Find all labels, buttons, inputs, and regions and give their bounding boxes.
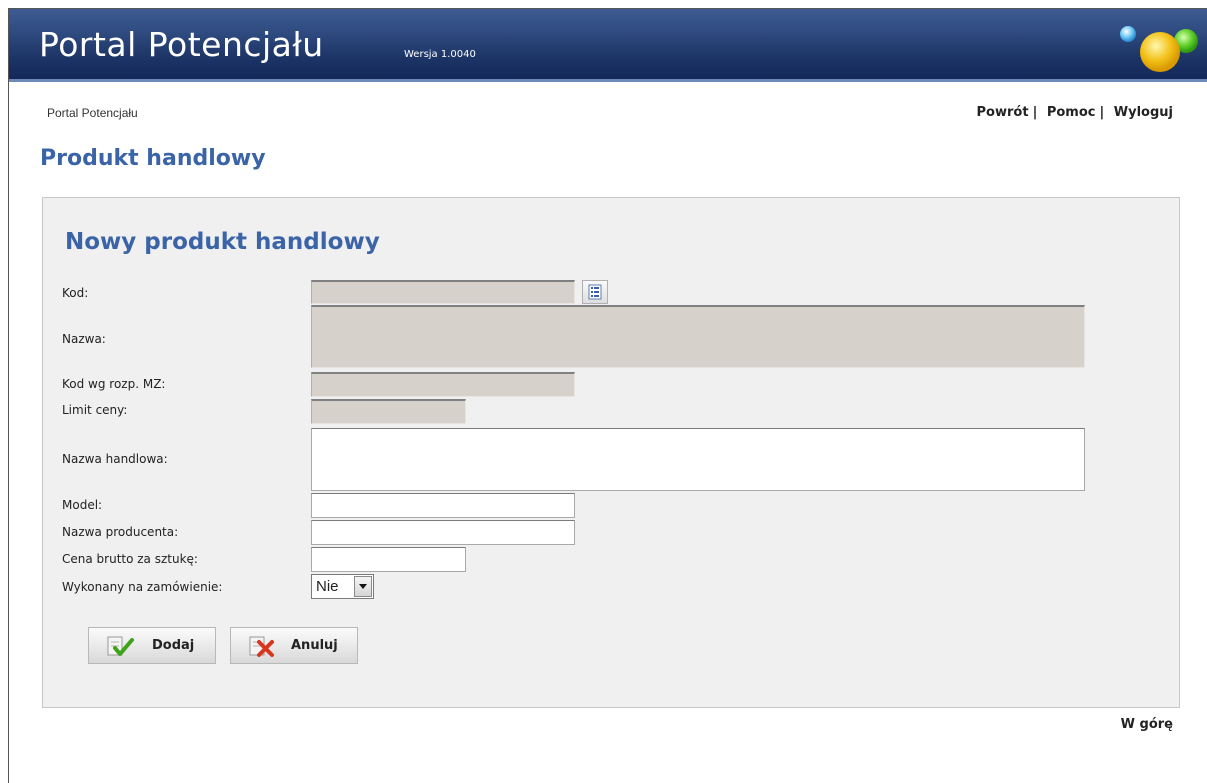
kod-mz-field [311,372,575,397]
kod-picker-button[interactable] [582,280,608,304]
cancel-button-label: Anuluj [291,638,338,653]
limit-label: Limit ceny: [62,403,128,417]
limit-field [311,399,466,424]
kod-field [311,280,575,304]
logout-link[interactable]: Wyloguj [1114,105,1173,120]
form-title: Nowy produkt handlowy [65,229,380,255]
dropdown-arrow-icon[interactable] [354,576,372,597]
model-label: Model: [62,498,103,512]
nav-separator: | [1032,105,1038,120]
nazwa-label: Nazwa: [62,332,106,346]
cancel-x-icon [249,636,274,657]
kod-mz-label: Kod wg rozp. MZ: [62,377,166,391]
add-button[interactable]: Dodaj [88,627,216,664]
cena-input[interactable] [311,547,466,572]
zamowienie-select-value: Nie [316,578,339,595]
app-header: Portal Potencjału Wersja 1.0040 [9,9,1207,82]
producent-label: Nazwa producenta: [62,525,179,539]
zamowienie-select[interactable]: Nie [311,574,374,599]
producent-input[interactable] [311,520,575,545]
help-link[interactable]: Pomoc [1047,105,1096,120]
logo-icon [1120,26,1198,72]
nazwa-field [311,305,1085,368]
list-picker-icon [588,284,602,300]
add-button-label: Dodaj [152,638,195,653]
back-to-top-link[interactable]: W górę [1121,717,1173,732]
top-navigation: Powrót | Pomoc | Wyloguj [977,105,1173,120]
check-icon [107,636,134,656]
page-title: Produkt handlowy [40,146,266,171]
app-version: Wersja 1.0040 [404,49,476,60]
model-input[interactable] [311,493,575,518]
back-link[interactable]: Powrót [977,105,1029,120]
cancel-button[interactable]: Anuluj [230,627,358,664]
nazwa-handlowa-label: Nazwa handlowa: [62,452,168,466]
cena-label: Cena brutto za sztukę: [62,552,198,566]
nazwa-handlowa-input[interactable] [311,428,1085,491]
nav-separator: | [1099,105,1105,120]
zamowienie-label: Wykonany na zamówienie: [62,580,223,594]
breadcrumb: Portal Potencjału [47,106,138,120]
app-title: Portal Potencjału [39,25,324,64]
form-panel: Nowy produkt handlowy Kod: Nazwa: Kod wg… [42,197,1180,708]
kod-label: Kod: [62,286,89,300]
